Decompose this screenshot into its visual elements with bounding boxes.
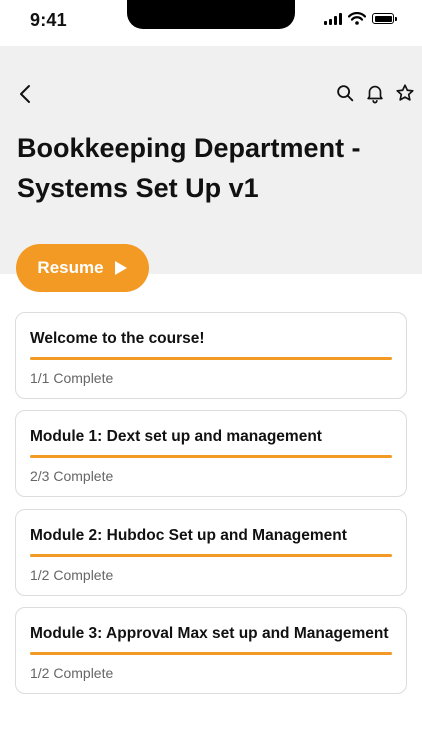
bell-icon[interactable] — [364, 82, 386, 104]
module-status: 1/2 Complete — [30, 567, 114, 583]
play-icon — [114, 261, 127, 275]
cellular-signal-icon — [324, 12, 342, 25]
battery-icon — [372, 13, 397, 24]
module-status: 2/3 Complete — [30, 468, 114, 484]
module-progress-fill — [30, 357, 392, 360]
course-title: Bookkeeping Department - Systems Set Up … — [17, 133, 361, 203]
module-card[interactable]: Module 3: Approval Max set up and Manage… — [15, 607, 407, 694]
resume-button[interactable]: Resume — [16, 244, 149, 292]
chevron-left-icon[interactable] — [14, 82, 38, 106]
module-status: 1/2 Complete — [30, 665, 114, 681]
search-icon[interactable] — [334, 82, 356, 104]
status-time: 9:41 — [30, 10, 67, 30]
module-status: 1/1 Complete — [30, 370, 114, 386]
status-icons — [324, 12, 397, 25]
wifi-icon — [348, 12, 366, 25]
course-header: Bookkeeping Department - Systems Set Up … — [0, 46, 422, 274]
header-actions — [334, 82, 416, 104]
module-title: Module 2: Hubdoc Set up and Management — [30, 527, 347, 544]
module-progress-bar — [30, 455, 392, 458]
module-card[interactable]: Welcome to the course! 1/1 Complete — [15, 312, 407, 399]
module-progress-bar — [30, 357, 392, 360]
module-title: Welcome to the course! — [30, 330, 205, 347]
device-notch — [127, 0, 295, 29]
module-title: Module 3: Approval Max set up and Manage… — [30, 625, 389, 642]
module-progress-fill — [30, 554, 392, 557]
module-card[interactable]: Module 2: Hubdoc Set up and Management 1… — [15, 509, 407, 596]
module-progress-bar — [30, 554, 392, 557]
resume-label: Resume — [37, 258, 104, 277]
star-icon[interactable] — [394, 82, 416, 104]
status-bar: 9:41 — [0, 0, 422, 46]
module-progress-fill — [30, 652, 392, 655]
module-progress-bar — [30, 652, 392, 655]
module-title: Module 1: Dext set up and management — [30, 428, 322, 445]
module-card[interactable]: Module 1: Dext set up and management 2/3… — [15, 410, 407, 497]
module-progress-fill — [30, 455, 392, 458]
